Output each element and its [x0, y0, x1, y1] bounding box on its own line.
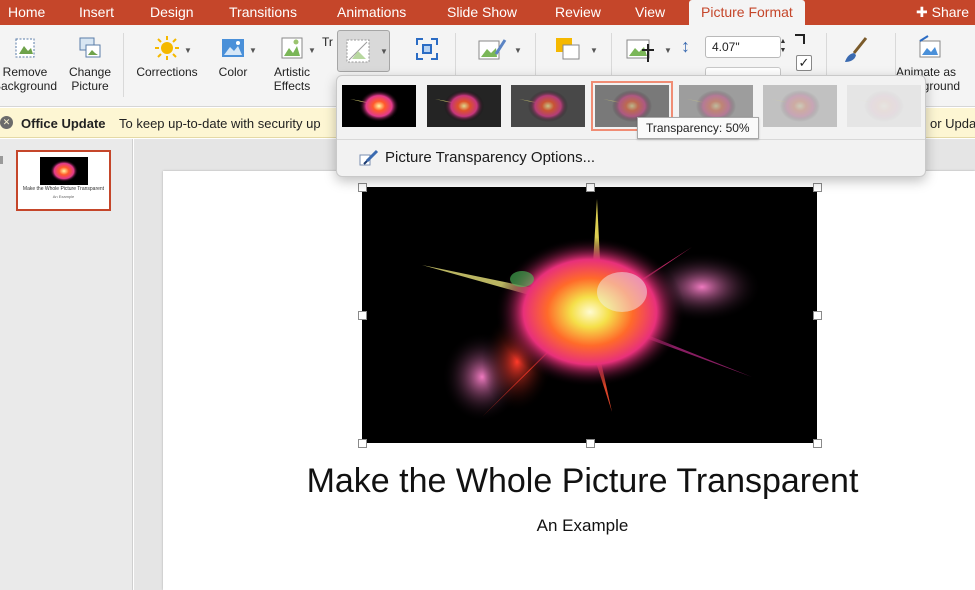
resize-handle-bottom-right[interactable]: [813, 439, 822, 448]
thumbnail-picture: [40, 157, 88, 185]
transparency-tooltip: Transparency: 50%: [637, 117, 759, 139]
color-explosion-image: [422, 199, 762, 422]
gallery-divider: [337, 139, 925, 140]
format-pane-brush-icon[interactable]: [842, 35, 872, 65]
artistic-effects-chevron-down-icon[interactable]: ▼: [308, 46, 316, 55]
transparency-preset-15[interactable]: [427, 85, 501, 127]
height-icon: ↕: [681, 36, 690, 56]
picture-styles-icon[interactable]: [476, 36, 508, 64]
corrections-button[interactable]: Corrections: [128, 35, 206, 79]
crop-icon[interactable]: [624, 36, 658, 64]
corrections-icon: [155, 36, 179, 60]
change-picture-icon: [79, 37, 101, 58]
tab-view[interactable]: View: [635, 0, 665, 25]
transparency-button[interactable]: ▼: [337, 30, 390, 72]
resize-handle-right[interactable]: [813, 311, 822, 320]
transparency-preset-95[interactable]: [847, 85, 921, 127]
lock-aspect-bracket-icon: [795, 34, 805, 44]
ribbon-separator: [123, 33, 124, 97]
transparency-gallery: Picture Transparency Options...: [336, 75, 926, 177]
lock-aspect-checkbox[interactable]: ✓: [796, 55, 812, 71]
color-button[interactable]: Color: [210, 35, 256, 79]
height-input[interactable]: 4.07": [705, 36, 781, 58]
transparency-chevron-down-icon: ▼: [380, 47, 388, 56]
change-picture-button[interactable]: Change Picture: [62, 35, 118, 93]
change-picture-label: Change Picture: [68, 65, 112, 93]
remove-background-label: Remove Background: [0, 65, 58, 93]
remove-background-icon: [15, 38, 35, 58]
slide-title[interactable]: Make the Whole Picture Transparent: [200, 462, 965, 501]
tab-insert[interactable]: Insert: [79, 0, 114, 25]
thumbnail-marker: [0, 156, 3, 164]
tab-slide-show[interactable]: Slide Show: [447, 0, 517, 25]
close-icon[interactable]: ✕: [0, 116, 13, 129]
resize-handle-left[interactable]: [358, 311, 367, 320]
picture-transparency-options-label: Picture Transparency Options...: [385, 149, 596, 166]
resize-handle-bottom[interactable]: [586, 439, 595, 448]
ribbon-tab-bar: Home Insert Design Transitions Animation…: [0, 0, 975, 25]
resize-handle-top-right[interactable]: [813, 183, 822, 192]
transparency-preset-0[interactable]: [342, 85, 416, 127]
thumbnail-title: Make the Whole Picture Transparent: [22, 186, 105, 192]
transparency-options-icon: [359, 149, 379, 166]
remove-background-button[interactable]: Remove Background: [0, 35, 58, 93]
share-label: Share: [931, 4, 969, 20]
slide-thumbnail[interactable]: Make the Whole Picture Transparent An Ex…: [16, 150, 111, 211]
notification-message: To keep up-to-date with security up: [119, 116, 321, 131]
resize-handle-bottom-left[interactable]: [358, 439, 367, 448]
corrections-label: Corrections: [136, 65, 198, 79]
thumbnail-subtitle: An Example: [52, 194, 75, 199]
resize-handle-top-left[interactable]: [358, 183, 367, 192]
notification-action-partial[interactable]: or Upda: [930, 116, 975, 131]
share-button[interactable]: ✚ Share: [916, 0, 975, 25]
compress-pictures-icon[interactable]: [414, 36, 440, 62]
resize-handle-top[interactable]: [586, 183, 595, 192]
crop-chevron-down-icon[interactable]: ▼: [664, 46, 672, 55]
arrange-chevron-down-icon[interactable]: ▼: [590, 46, 598, 55]
height-stepper[interactable]: ▲ ▼: [776, 37, 790, 57]
add-person-icon: ✚: [916, 4, 928, 20]
slide-subtitle[interactable]: An Example: [200, 516, 965, 536]
transparency-preset-30[interactable]: [511, 85, 585, 127]
tab-review[interactable]: Review: [555, 0, 601, 25]
slide-thumbnail-pane: Make the Whole Picture Transparent An Ex…: [0, 139, 133, 590]
artistic-effects-icon: [281, 37, 303, 59]
notification-title: Office Update: [21, 116, 106, 131]
picture-styles-chevron-down-icon[interactable]: ▼: [514, 46, 522, 55]
picture-transparency-options[interactable]: Picture Transparency Options...: [359, 146, 595, 170]
tab-animations[interactable]: Animations: [337, 0, 406, 25]
transparency-preset-80[interactable]: [763, 85, 837, 127]
animate-background-icon: [919, 35, 941, 58]
arrange-icon[interactable]: [553, 35, 583, 63]
corrections-chevron-down-icon[interactable]: ▼: [184, 46, 192, 55]
slide-picture[interactable]: [362, 187, 817, 443]
tab-design[interactable]: Design: [150, 0, 194, 25]
artistic-effects-button[interactable]: Artistic Effects: [264, 35, 320, 93]
transparency-icon: [346, 39, 370, 63]
tab-transitions[interactable]: Transitions: [229, 0, 297, 25]
artistic-effects-label: Artistic Effects: [273, 65, 311, 93]
color-chevron-down-icon[interactable]: ▼: [249, 46, 257, 55]
tab-picture-format[interactable]: Picture Format: [689, 0, 805, 25]
tab-home[interactable]: Home: [8, 0, 45, 25]
color-icon: [222, 39, 244, 57]
color-label: Color: [218, 65, 248, 79]
